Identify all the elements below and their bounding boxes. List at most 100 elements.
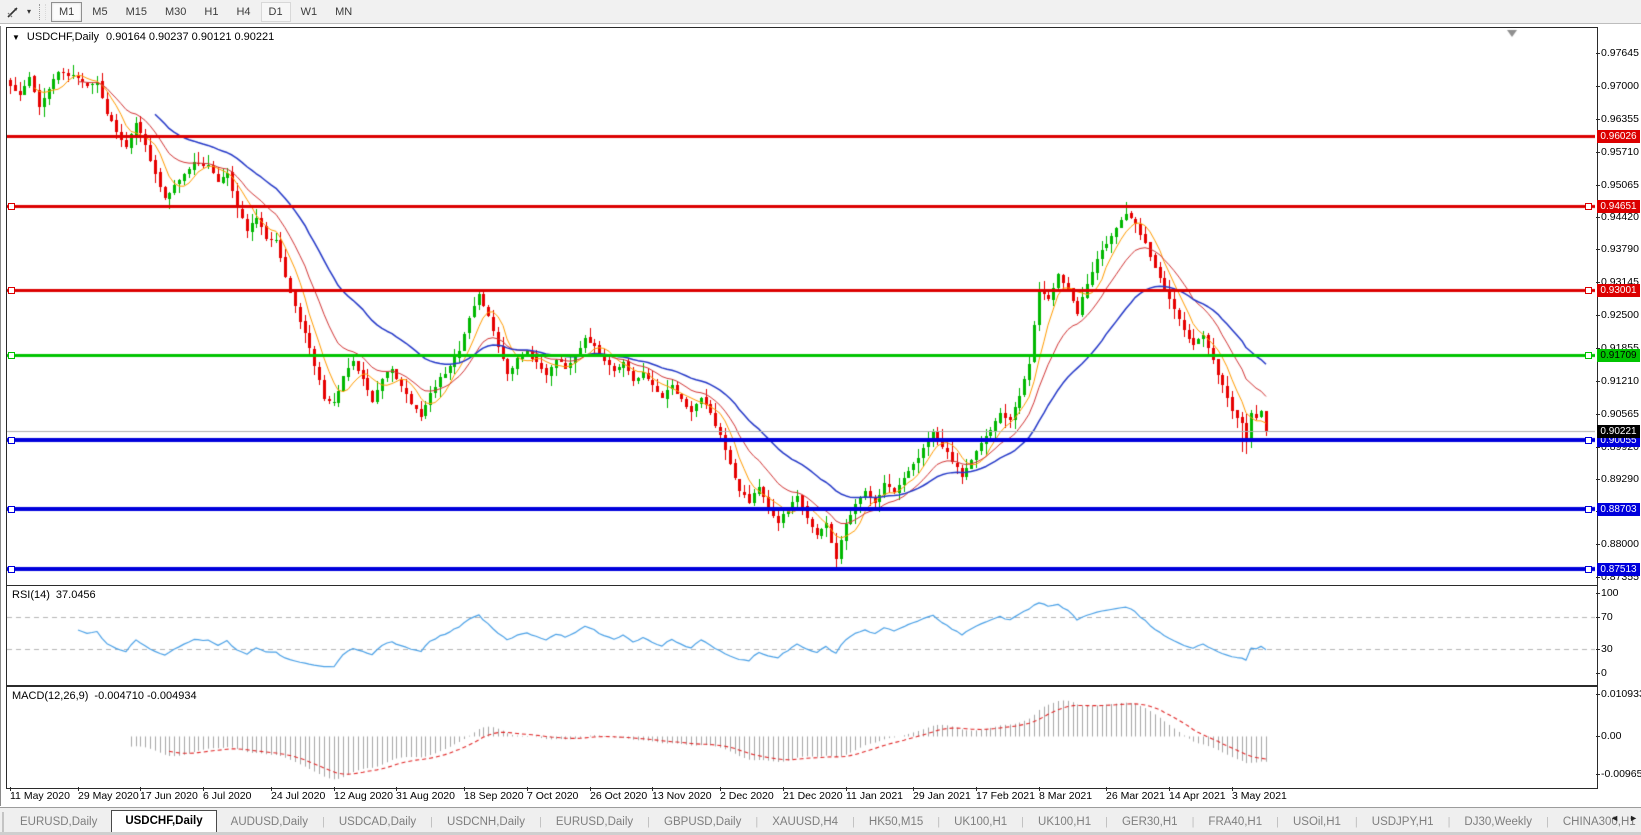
date-label: 14 Apr 2021 (1169, 790, 1226, 802)
price-tick-label: 0.97645 (1601, 47, 1641, 59)
date-label: 7 Oct 2020 (527, 790, 578, 802)
rsi-axis-label: 0 (1601, 667, 1641, 679)
rsi-axis-label: 70 (1601, 611, 1641, 623)
chart-tab-bar: EURUSD,DailyUSDCHF,DailyAUDUSD,Daily|USD… (0, 807, 1641, 833)
timeframe-button-m30[interactable]: M30 (157, 2, 194, 22)
hline-left-handle[interactable] (8, 287, 15, 294)
hline-right-handle[interactable] (1585, 203, 1592, 210)
macd-value: -0.004710 -0.004934 (94, 690, 196, 702)
chart-tab-hk50-m15[interactable]: HK50,M15 (855, 812, 937, 833)
chart-tool-icon[interactable] (3, 3, 23, 20)
date-label: 18 Sep 2020 (464, 790, 524, 802)
chart-tab-dj30-weekly[interactable]: DJ30,Weekly (1450, 812, 1546, 833)
rsi-tick-mark (1596, 649, 1600, 650)
rsi-axis-label: 100 (1601, 587, 1641, 599)
price-tick-label: 0.88000 (1601, 538, 1641, 550)
hline-price-label: 0.87513 (1597, 563, 1640, 576)
macd-tick-mark (1596, 774, 1600, 775)
macd-label: MACD(12,26,9) -0.004710 -0.004934 (12, 690, 197, 702)
price-tick-mark (1596, 185, 1600, 186)
rsi-label: RSI(14) 37.0456 (12, 589, 96, 601)
price-tick-label: 0.95065 (1601, 179, 1641, 191)
rsi-indicator-canvas[interactable] (7, 586, 1595, 683)
timeframe-button-m1[interactable]: M1 (51, 2, 82, 22)
hline-left-handle[interactable] (8, 566, 15, 573)
hline-left-handle[interactable] (8, 437, 15, 444)
hline-price-label: 0.93001 (1597, 284, 1640, 297)
timeframe-button-w1[interactable]: W1 (293, 2, 326, 22)
rsi-tick-mark (1596, 673, 1600, 674)
timeframe-button-m15[interactable]: M15 (118, 2, 155, 22)
timeframe-button-d1[interactable]: D1 (261, 2, 291, 22)
date-label: 13 Nov 2020 (652, 790, 712, 802)
chart-tab-eurusd-daily[interactable]: EURUSD,Daily (542, 812, 647, 833)
rsi-value: 37.0456 (56, 589, 96, 601)
macd-axis-label: 0.010933 (1601, 688, 1641, 700)
chart-title: ▼ USDCHF,Daily 0.90164 0.90237 0.90121 0… (12, 31, 274, 43)
chart-tab-eurusd-daily[interactable]: EURUSD,Daily (6, 812, 111, 833)
tab-scroll-left-icon[interactable]: ◄ (1610, 813, 1619, 823)
price-tick-mark (1596, 315, 1600, 316)
hline-price-label: 0.88703 (1597, 503, 1640, 516)
tabbar-grip[interactable] (2, 812, 4, 832)
price-tick-label: 0.91210 (1601, 375, 1641, 387)
price-tick-mark (1596, 447, 1600, 448)
tab-scroll-right-icon[interactable]: ► (1629, 813, 1638, 823)
chart-window-border (0, 26, 1, 806)
timeframe-buttons: M1M5M15M30H1H4D1W1MN (50, 2, 361, 22)
chart-tab-usdcad-daily[interactable]: USDCAD,Daily (325, 812, 430, 833)
macd-tick-mark (1596, 736, 1600, 737)
chart-tool-dropdown-icon[interactable]: ▾ (23, 7, 35, 16)
price-tick-mark (1596, 86, 1600, 87)
price-tick-mark (1596, 119, 1600, 120)
hline-right-handle[interactable] (1585, 352, 1592, 359)
date-label: 6 Jul 2020 (203, 790, 251, 802)
price-tick-label: 0.89290 (1601, 473, 1641, 485)
chart-tab-ger30-h1[interactable]: GER30,H1 (1108, 812, 1192, 833)
toolbar-grip[interactable] (39, 4, 46, 20)
chart-tab-uk100-h1[interactable]: UK100,H1 (940, 812, 1021, 833)
symbol-dropdown-icon[interactable]: ▼ (12, 33, 20, 42)
price-tick-mark (1596, 381, 1600, 382)
hline-left-handle[interactable] (8, 203, 15, 210)
hline-left-handle[interactable] (8, 352, 15, 359)
rsi-tick-mark (1596, 617, 1600, 618)
date-label: 21 Dec 2020 (783, 790, 843, 802)
chart-tab-xauusd-h4[interactable]: XAUUSD,H4 (758, 812, 852, 833)
macd-axis-label: -0.009653 (1601, 768, 1641, 780)
date-label: 24 Jul 2020 (271, 790, 325, 802)
rsi-tick-mark (1596, 593, 1600, 594)
price-tick-mark (1596, 282, 1600, 283)
price-tick-mark (1596, 249, 1600, 250)
date-label: 31 Aug 2020 (396, 790, 455, 802)
timeframe-button-m5[interactable]: M5 (84, 2, 115, 22)
macd-indicator-canvas[interactable] (7, 687, 1595, 786)
price-chart-canvas[interactable] (7, 28, 1595, 583)
hline-left-handle[interactable] (8, 506, 15, 513)
date-label: 11 May 2020 (10, 790, 70, 802)
date-label: 17 Feb 2021 (976, 790, 1035, 802)
chart-tab-uk100-h1[interactable]: UK100,H1 (1024, 812, 1105, 833)
rsi-name: RSI(14) (12, 589, 50, 601)
timeframe-button-mn[interactable]: MN (327, 2, 360, 22)
chart-tab-usdjpy-h1[interactable]: USDJPY,H1 (1358, 812, 1448, 833)
price-tick-label: 0.95710 (1601, 146, 1641, 158)
timeframe-button-h1[interactable]: H1 (196, 2, 226, 22)
chart-tab-usoil-h1[interactable]: USOil,H1 (1279, 812, 1355, 833)
price-tick-mark (1596, 152, 1600, 153)
chart-tab-audusd-daily[interactable]: AUDUSD,Daily (217, 812, 322, 833)
chart-tab-fra40-h1[interactable]: FRA40,H1 (1194, 812, 1276, 833)
chart-tab-gbpusd-daily[interactable]: GBPUSD,Daily (650, 812, 755, 833)
date-label: 8 Mar 2021 (1039, 790, 1092, 802)
hline-right-handle[interactable] (1585, 506, 1592, 513)
chart-tab-usdcnh-daily[interactable]: USDCNH,Daily (433, 812, 539, 833)
hline-price-label: 0.94651 (1597, 200, 1640, 213)
hline-right-handle[interactable] (1585, 437, 1592, 444)
price-tick-label: 0.96355 (1601, 113, 1641, 125)
chart-tab-usdchf-daily[interactable]: USDCHF,Daily (111, 810, 216, 833)
hline-right-handle[interactable] (1585, 566, 1592, 573)
hline-right-handle[interactable] (1585, 287, 1592, 294)
price-tick-mark (1596, 414, 1600, 415)
current-price-label: 0.90221 (1597, 425, 1640, 438)
timeframe-button-h4[interactable]: H4 (228, 2, 258, 22)
